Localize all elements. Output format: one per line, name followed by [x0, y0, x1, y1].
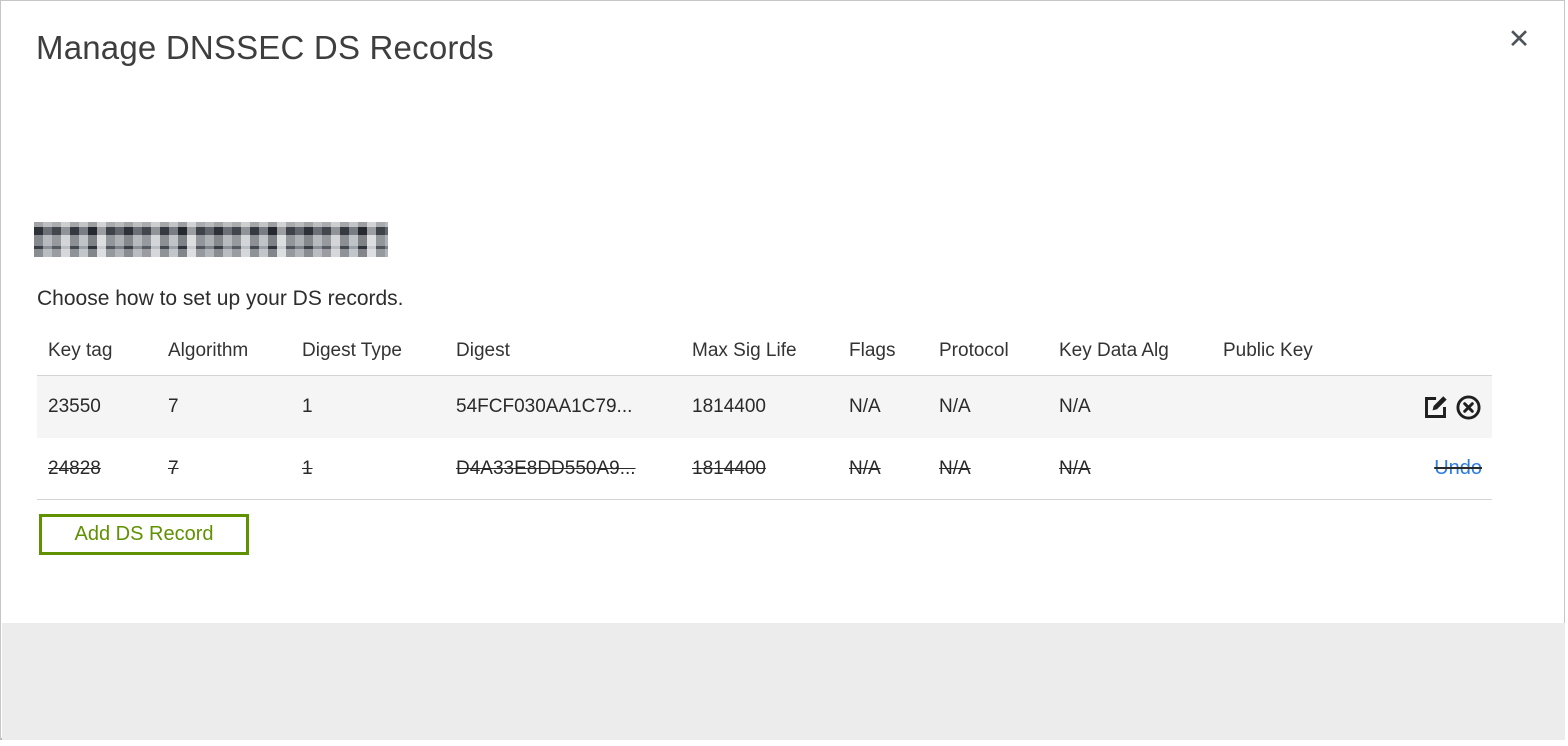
dialog-title: Manage DNSSEC DS Records [36, 29, 494, 66]
column-header-key-tag: Key tag [48, 339, 113, 361]
edit-icon[interactable] [1421, 393, 1449, 421]
add-ds-record-button[interactable]: Add DS Record [39, 514, 249, 555]
cell-protocol: N/A [939, 457, 971, 479]
cell-digest: 54FCF030AA1C79... [456, 396, 633, 417]
column-header-flags: Flags [849, 339, 896, 361]
column-header-public-key: Public Key [1223, 339, 1313, 361]
cell-algorithm: 7 [168, 396, 179, 417]
cell-key-tag: 23550 [48, 396, 101, 417]
column-header-digest: Digest [456, 339, 510, 361]
cell-key-data-alg: N/A [1059, 457, 1091, 479]
column-header-protocol: Protocol [939, 339, 1009, 361]
cell-max-sig-life: 1814400 [692, 457, 766, 479]
instruction-text: Choose how to set up your DS records. [37, 287, 404, 310]
row-actions: Undo [1398, 457, 1482, 480]
cell-digest-type: 1 [302, 396, 313, 417]
cell-protocol: N/A [939, 396, 971, 417]
cell-max-sig-life: 1814400 [692, 396, 766, 417]
close-icon[interactable]: ✕ [1499, 19, 1539, 59]
manage-dnssec-dialog: Manage DNSSEC DS Records ✕ Choose how to… [0, 0, 1565, 740]
cell-key-tag: 24828 [48, 457, 101, 479]
dialog-footer: Save Cancel [2, 623, 1565, 740]
table-row-deleted: 24828 7 1 D4A33E8DD550A9... 1814400 N/A … [37, 438, 1492, 500]
row-actions [1398, 393, 1482, 421]
cell-flags: N/A [849, 396, 881, 417]
undo-link[interactable]: Undo [1434, 457, 1482, 480]
cell-key-data-alg: N/A [1059, 396, 1091, 417]
redacted-domain-name [34, 222, 388, 257]
delete-icon[interactable] [1454, 393, 1482, 421]
cell-digest: D4A33E8DD550A9... [456, 457, 636, 479]
ds-records-table: Key tag Algorithm Digest Type Digest Max… [37, 326, 1492, 500]
screen: Manage DNSSEC DS Records ✕ Choose how to… [0, 0, 1568, 746]
table-header-row: Key tag Algorithm Digest Type Digest Max… [37, 326, 1492, 376]
column-header-digest-type: Digest Type [302, 339, 402, 361]
cell-flags: N/A [849, 457, 881, 479]
table-row: 23550 7 1 54FCF030AA1C79... 1814400 N/A … [37, 376, 1492, 438]
cell-algorithm: 7 [168, 457, 179, 479]
cell-digest-type: 1 [302, 457, 313, 479]
column-header-max-sig-life: Max Sig Life [692, 339, 797, 361]
column-header-algorithm: Algorithm [168, 339, 249, 361]
column-header-key-data-alg: Key Data Alg [1059, 339, 1169, 361]
